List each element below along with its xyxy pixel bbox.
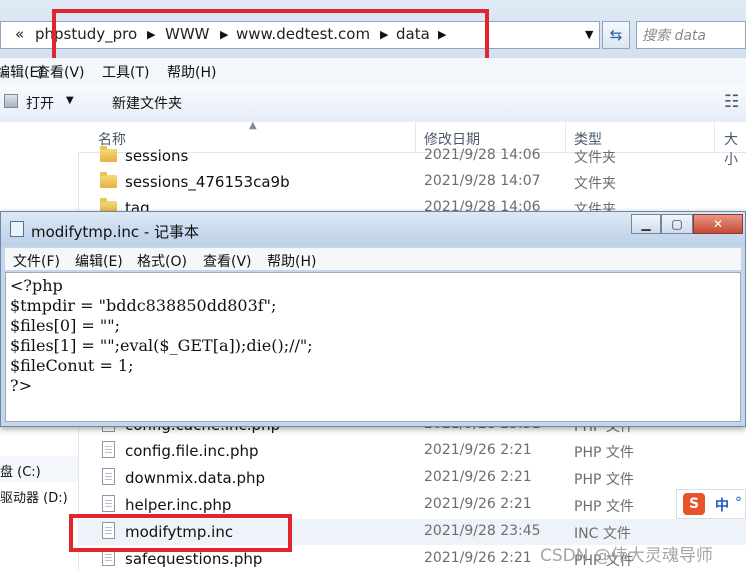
file-type: 文件夹 [574, 150, 616, 166]
notepad-titlebar[interactable]: modifytmp.inc - 记事本 ▁ ▢ ✕ [1, 212, 745, 246]
php-file-icon [102, 495, 115, 512]
notepad-window: modifytmp.inc - 记事本 ▁ ▢ ✕ 文件(F) 编辑(E) 格式… [0, 211, 746, 427]
file-date: 2021/9/26 2:21 [424, 550, 532, 566]
file-name: sessions_476153ca9b [125, 173, 290, 191]
search-box[interactable] [636, 21, 746, 49]
open-icon[interactable] [4, 94, 18, 108]
toolbar: 打开 ▼ 新建文件夹 ☷ [0, 84, 746, 123]
breadcrumb-overflow[interactable]: « [15, 25, 24, 43]
notepad-menu-edit[interactable]: 编辑(E) [75, 251, 123, 271]
file-type: 文件夹 [574, 176, 616, 192]
ime-punctuation[interactable]: ° [735, 495, 742, 511]
view-options-icon[interactable]: ☷ [724, 92, 739, 112]
notepad-menu-help[interactable]: 帮助(H) [267, 251, 316, 271]
file-date: 2021/9/26 2:21 [424, 496, 532, 512]
file-type: PHP 文件 [574, 499, 634, 515]
folder-icon [100, 172, 117, 188]
ime-mode[interactable]: 中 [715, 495, 729, 515]
file-type: PHP 文件 [574, 472, 634, 488]
menu-help[interactable]: 帮助(H) [167, 62, 216, 82]
notepad-menu-format[interactable]: 格式(O) [137, 251, 187, 271]
nav-drive-d[interactable]: 驱动器 (D:) [0, 487, 68, 506]
sogou-logo-icon[interactable]: S [683, 493, 705, 515]
notepad-menu-file[interactable]: 文件(F) [13, 251, 60, 271]
ime-toolbar[interactable]: S 中 ° [676, 489, 746, 519]
folder-icon [100, 146, 117, 162]
file-date: 2021/9/28 23:45 [424, 523, 541, 539]
chevron-down-icon[interactable]: ▼ [66, 95, 74, 106]
file-name: config.file.inc.php [125, 442, 259, 460]
menu-tools[interactable]: 工具(T) [102, 62, 149, 82]
file-date: 2021/9/26 2:21 [424, 469, 532, 485]
notepad-text-area[interactable]: <?php $tmpdir = "bddc838850dd803f"; $fil… [5, 272, 741, 422]
menu-view[interactable]: 查看(V) [36, 62, 85, 82]
minimize-icon[interactable]: ▁ [631, 214, 661, 234]
file-name: helper.inc.php [125, 496, 232, 514]
file-name: safequestions.php [125, 550, 263, 568]
php-file-icon [102, 441, 115, 458]
menu-bar: 编辑(E) 查看(V) 工具(T) 帮助(H) [0, 58, 746, 84]
notepad-menu-view[interactable]: 查看(V) [203, 251, 252, 271]
file-highlight-box [69, 514, 292, 552]
maximize-icon[interactable]: ▢ [661, 214, 693, 234]
file-row-config-file[interactable]: config.file.inc.php 2021/9/26 2:21 PHP 文… [78, 438, 746, 464]
sort-up-icon: ▲ [249, 120, 257, 131]
file-date: 2021/9/28 14:07 [424, 173, 541, 189]
file-row-sessions-476153ca9b[interactable]: sessions_476153ca9b 2021/9/28 14:07 文件夹 [78, 169, 746, 195]
file-row-sessions[interactable]: sessions 2021/9/28 14:06 文件夹 [78, 143, 746, 169]
notepad-title: modifytmp.inc - 记事本 [31, 223, 200, 241]
file-date: 2021/9/28 14:06 [424, 147, 541, 163]
address-highlight-box [52, 9, 489, 65]
php-file-icon [102, 468, 115, 485]
file-type: INC 文件 [574, 526, 631, 542]
refresh-icon[interactable]: ⇆ [602, 21, 630, 49]
notepad-icon [10, 221, 24, 237]
search-input[interactable] [640, 23, 746, 49]
close-icon[interactable]: ✕ [693, 214, 743, 234]
file-date: 2021/9/26 2:21 [424, 442, 532, 458]
notepad-menu-bar: 文件(F) 编辑(E) 格式(O) 查看(V) 帮助(H) [5, 248, 741, 270]
file-name: downmix.data.php [125, 469, 266, 487]
watermark: CSDN @伟大灵魂导师 [540, 546, 713, 566]
nav-drive-c[interactable]: 盘 (C:) [0, 461, 41, 480]
file-name: sessions [125, 147, 189, 165]
open-button[interactable]: 打开 [26, 93, 54, 113]
new-folder-button[interactable]: 新建文件夹 [112, 93, 182, 113]
file-type: PHP 文件 [574, 445, 634, 461]
chevron-down-icon[interactable]: ▼ [585, 28, 593, 41]
file-row-downmix[interactable]: downmix.data.php 2021/9/26 2:21 PHP 文件 [78, 465, 746, 491]
